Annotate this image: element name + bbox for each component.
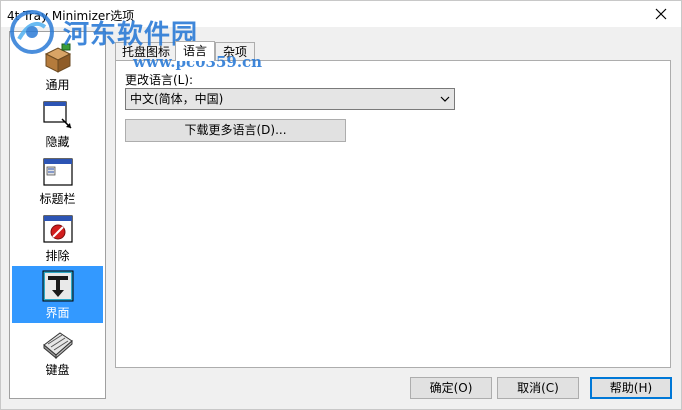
sidebar-item-exclude[interactable]: 排除	[12, 209, 103, 266]
sidebar-item-keyboard[interactable]: 键盘	[12, 323, 103, 380]
options-dialog: 4t Tray Minimizer选项 通用 隐藏 标题栏 排除 界面 键盘 托…	[0, 0, 682, 410]
sidebar-item-label: 通用	[45, 78, 70, 92]
sidebar-item-label: 标题栏	[39, 192, 76, 206]
interface-icon	[42, 270, 73, 302]
sidebar-item-label: 排除	[45, 249, 70, 263]
sidebar-item-interface[interactable]: 界面	[12, 266, 103, 323]
download-languages-button[interactable]: 下载更多语言(D)...	[125, 119, 346, 142]
help-button[interactable]: 帮助(H)	[590, 377, 672, 399]
exclude-icon	[42, 215, 73, 243]
tab-tray-icon[interactable]: 托盘图标	[115, 42, 177, 61]
keyboard-icon	[42, 332, 73, 359]
titlebar-window-icon	[42, 158, 73, 186]
window-title: 4t Tray Minimizer选项	[7, 9, 135, 23]
sidebar-item-hide[interactable]: 隐藏	[12, 95, 103, 152]
sidebar-item-general[interactable]: 通用	[12, 38, 103, 95]
sidebar-item-label: 隐藏	[45, 135, 70, 149]
title-bar: 4t Tray Minimizer选项	[1, 1, 681, 27]
sidebar-item-label: 界面	[45, 306, 70, 320]
window-hide-icon	[42, 101, 72, 129]
language-select[interactable]: 中文(简体，中国)	[125, 88, 455, 110]
close-icon	[655, 8, 667, 20]
sidebar-item-titlebar[interactable]: 标题栏	[12, 152, 103, 209]
sidebar-item-label: 键盘	[45, 363, 70, 377]
ok-button[interactable]: 确定(O)	[410, 377, 492, 399]
category-sidebar: 通用 隐藏 标题栏 排除 界面 键盘	[9, 31, 106, 399]
language-select-value: 中文(简体，中国)	[130, 92, 224, 106]
tab-misc[interactable]: 杂项	[215, 42, 255, 61]
tab-language[interactable]: 语言	[175, 41, 215, 61]
package-icon	[44, 43, 71, 73]
cancel-button[interactable]: 取消(C)	[497, 377, 579, 399]
change-language-label: 更改语言(L):	[125, 73, 194, 87]
chevron-down-icon	[440, 96, 450, 102]
close-button[interactable]	[641, 1, 681, 27]
